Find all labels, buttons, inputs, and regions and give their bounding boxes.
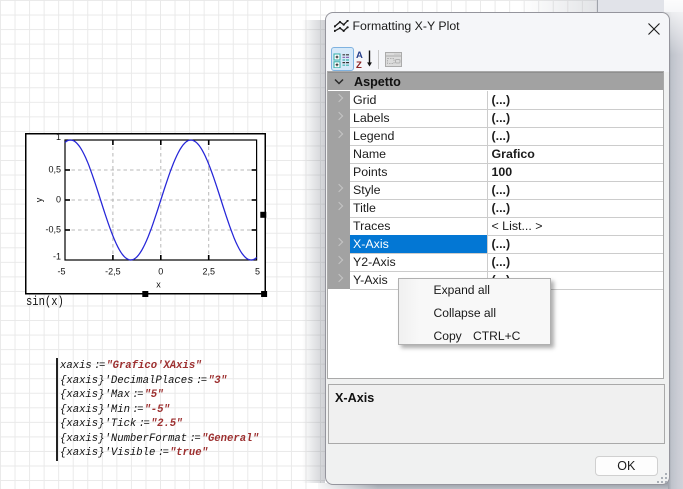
svg-text:-0,5: -0,5 [45, 225, 61, 235]
svg-text:Z: Z [356, 60, 362, 69]
svg-text:1: 1 [56, 132, 61, 142]
svg-text:0: 0 [56, 195, 61, 205]
svg-text:0: 0 [158, 267, 163, 277]
svg-text:x: x [156, 280, 161, 290]
svg-text:0,5: 0,5 [48, 165, 61, 175]
svg-text:-1: -1 [53, 252, 61, 262]
svg-text:y: y [34, 197, 44, 202]
svg-text:-5: -5 [57, 267, 65, 277]
svg-text:2,5: 2,5 [202, 267, 215, 277]
svg-text:5: 5 [255, 267, 260, 277]
svg-text:-2,5: -2,5 [105, 267, 121, 277]
